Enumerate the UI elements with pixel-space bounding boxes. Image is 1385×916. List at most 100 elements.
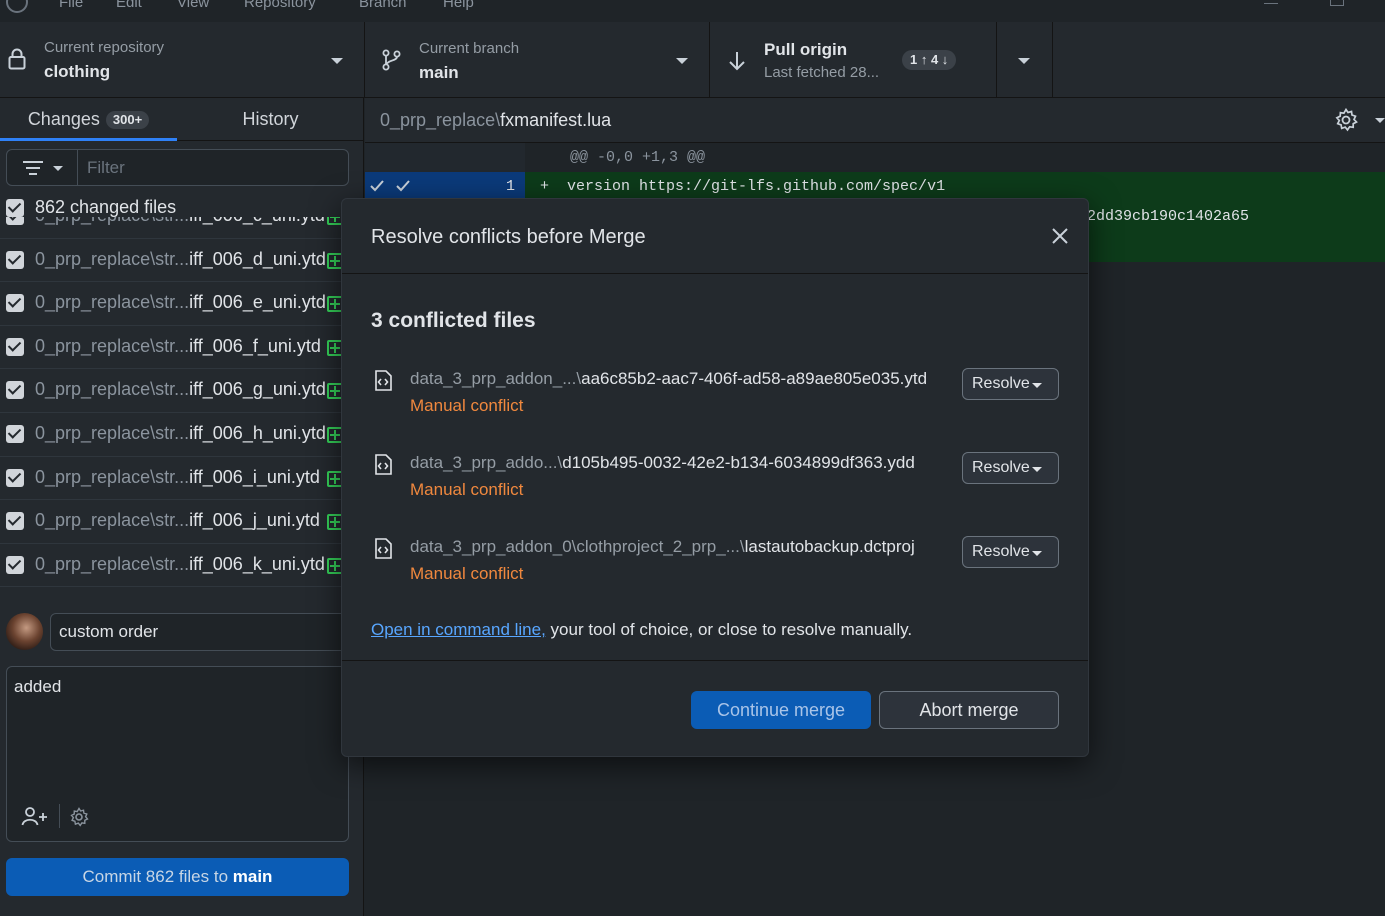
tab-changes[interactable]: Changes 300+	[0, 98, 177, 141]
repository-selector[interactable]: Current repository clothing	[0, 22, 365, 98]
file-path: 0_prp_replace\str...iff_006_d_uni.ytd	[35, 248, 326, 269]
file-checkbox[interactable]	[6, 512, 24, 531]
line-number: 1	[471, 172, 525, 201]
file-path: 0_prp_replace\str...iff_006_k_uni.ytd	[35, 553, 325, 574]
menu-repository[interactable]: Repository	[244, 0, 316, 11]
close-icon[interactable]	[1050, 226, 1070, 246]
lock-icon	[8, 48, 26, 70]
ahead-behind-badge: 1 ↑ 4 ↓	[902, 50, 957, 70]
select-all-checkbox[interactable]	[6, 199, 24, 217]
description-toolbar	[7, 802, 127, 832]
list-item[interactable]: 0_prp_replace\str...iff_006_h_uni.ytd	[0, 413, 364, 457]
menu-help[interactable]: Help	[443, 0, 474, 11]
commit-button-prefix: Commit 862 files to	[82, 867, 233, 886]
file-code-icon	[375, 454, 392, 475]
sidebar: Changes 300+ History 862 changed files 0_…	[0, 98, 364, 916]
conflict-item: data_3_prp_addo...\d105b495-0032-42e2-b1…	[342, 452, 1088, 523]
list-item[interactable]: 0_prp_replace\str...iff_006_e_uni.ytd	[0, 282, 364, 326]
branch-selector[interactable]: Current branch main	[365, 22, 710, 98]
chevron-down-icon	[1018, 58, 1030, 64]
chevron-down-icon	[1032, 467, 1042, 472]
list-item[interactable]: 0_prp_replace\str...iff_006_i_uni.ytd	[0, 457, 364, 501]
open-command-line-link[interactable]: Open in command line,	[371, 620, 546, 639]
chevron-down-icon	[676, 58, 688, 64]
conflict-item: data_3_prp_addon_...\aa6c85b2-aac7-406f-…	[342, 368, 1088, 439]
file-checkbox[interactable]	[6, 425, 24, 443]
chevron-down-icon	[331, 58, 343, 64]
list-item[interactable]: 0_prp_replace\str...iff_006_k_uni.ytd	[0, 544, 364, 588]
pull-dropdown-button[interactable]	[997, 22, 1053, 98]
filter-icon	[23, 161, 63, 175]
resolve-button[interactable]: Resolve	[962, 368, 1059, 400]
conflict-file-path: data_3_prp_addon_0\clothproject_2_prp_..…	[410, 537, 915, 556]
toolbar: Current repository clothing Current bran…	[0, 22, 1385, 98]
minimize-icon[interactable]	[1264, 0, 1278, 4]
add-coauthor-icon[interactable]	[21, 806, 49, 828]
dialog-header: Resolve conflicts before Merge	[342, 199, 1088, 274]
list-item[interactable]: 0_prp_replace\str...iff_006_g_uni.ytd	[0, 369, 364, 413]
filter-box	[6, 149, 349, 186]
list-item[interactable]: 0_prp_replace\str...iff_006_c_uni.ytd	[0, 217, 364, 239]
file-path: 0_prp_replace\str...iff_006_h_uni.ytd	[35, 423, 326, 443]
commit-description-input[interactable]: added	[6, 666, 349, 842]
file-checkbox[interactable]	[6, 381, 24, 400]
help-text-rest: your tool of choice, or close to resolve…	[545, 620, 913, 639]
file-checkbox[interactable]	[6, 555, 24, 574]
diff-line-code: + version https://git-lfs.github.com/spe…	[540, 178, 946, 195]
dialog-footer: Continue merge Abort merge	[342, 660, 1088, 757]
resolve-button[interactable]: Resolve	[962, 536, 1059, 568]
file-checkbox[interactable]	[6, 294, 24, 313]
list-item[interactable]: 0_prp_replace\str...iff_006_d_uni.ytd	[0, 239, 364, 283]
list-item[interactable]: 0_prp_replace\str...iff_006_j_uni.ytd	[0, 500, 364, 544]
commit-summary-input[interactable]: custom order	[50, 613, 350, 651]
resolve-button[interactable]: Resolve	[962, 452, 1059, 484]
abort-merge-button[interactable]: Abort merge	[879, 691, 1059, 729]
maximize-icon[interactable]	[1330, 0, 1344, 6]
commit-description-text: added	[14, 677, 62, 696]
gear-icon[interactable]	[69, 807, 89, 827]
file-checkbox[interactable]	[6, 250, 24, 269]
chevron-down-icon	[1032, 383, 1042, 388]
file-path: 0_prp_replace\str...iff_006_f_uni.ytd	[35, 335, 321, 356]
menu-file[interactable]: File	[59, 0, 83, 11]
filter-options-button[interactable]	[7, 150, 78, 185]
tab-history[interactable]: History	[177, 98, 364, 141]
commit-button[interactable]: Commit 862 files to main	[6, 858, 349, 896]
resolve-label: Resolve	[972, 459, 1030, 476]
repository-name: clothing	[44, 62, 111, 81]
file-path-breadcrumb: 0_prp_replace\fxmanifest.lua	[380, 110, 612, 130]
resolve-label: Resolve	[972, 375, 1030, 392]
menu-edit[interactable]: Edit	[116, 0, 142, 11]
file-code-icon	[375, 370, 392, 391]
conflict-file-path: data_3_prp_addo...\d105b495-0032-42e2-b1…	[410, 453, 915, 472]
menu-branch[interactable]: Branch	[359, 0, 407, 11]
resolve-label: Resolve	[972, 543, 1030, 560]
tab-history-label: History	[242, 109, 299, 129]
help-text: Open in command line, your tool of choic…	[371, 620, 912, 640]
diff-line-code: 2dd39cb190c1402a65	[1087, 208, 1250, 225]
gear-icon[interactable]	[1334, 108, 1358, 132]
conflict-item: data_3_prp_addon_0\clothproject_2_prp_..…	[342, 536, 1088, 607]
conflict-status: Manual conflict	[410, 480, 524, 499]
file-checkbox[interactable]	[6, 468, 24, 487]
tab-changes-label: Changes	[27, 109, 100, 129]
chevron-down-icon[interactable]	[1375, 118, 1385, 123]
check-icon	[370, 180, 410, 192]
changed-files-count: 862 changed files	[35, 197, 177, 217]
arrow-down-icon	[729, 52, 745, 71]
menu-view[interactable]: View	[177, 0, 209, 11]
last-fetched-label: Last fetched 28...	[764, 64, 880, 81]
branch-label: Current branch	[419, 40, 520, 57]
dialog-title: Resolve conflicts before Merge	[371, 226, 646, 248]
continue-merge-button[interactable]: Continue merge	[691, 691, 871, 729]
hunk-header-text: @@ -0,0 +1,3 @@	[570, 149, 706, 166]
file-path: 0_prp_replace\str...iff_006_g_uni.ytd	[35, 379, 326, 400]
file-checkbox[interactable]	[6, 217, 24, 225]
diff-line[interactable]: 1 + version https://git-lfs.github.com/s…	[365, 172, 1385, 201]
conflict-file-path: data_3_prp_addon_...\aa6c85b2-aac7-406f-…	[410, 369, 928, 388]
commit-button-branch: main	[232, 867, 273, 886]
filter-input[interactable]	[79, 150, 347, 185]
file-checkbox[interactable]	[6, 337, 24, 356]
list-item[interactable]: 0_prp_replace\str...iff_006_f_uni.ytd	[0, 326, 364, 370]
line-selection[interactable]	[365, 172, 471, 201]
